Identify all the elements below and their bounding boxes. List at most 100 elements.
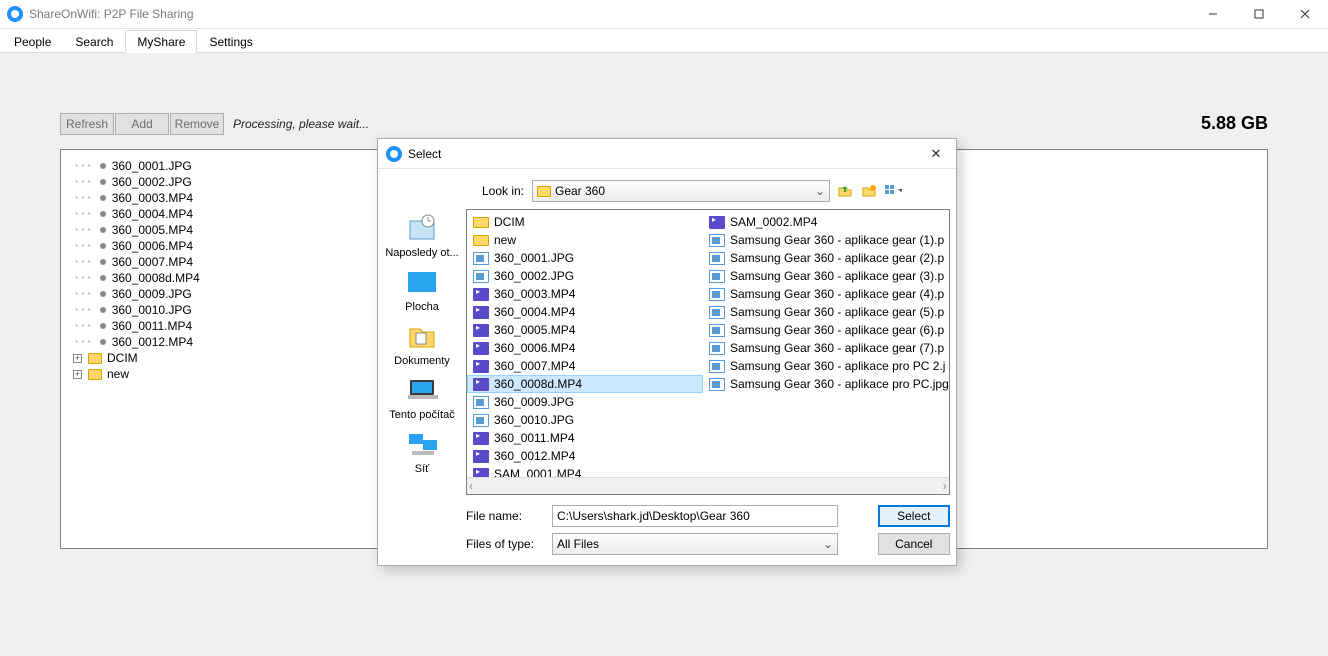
file-bullet-icon (100, 259, 106, 265)
file-bullet-icon (100, 307, 106, 313)
app-icon (7, 6, 23, 22)
lookin-label: Look in: (466, 184, 524, 198)
up-folder-button[interactable] (836, 182, 854, 200)
file-row[interactable]: new (467, 231, 703, 249)
maximize-button[interactable] (1236, 0, 1282, 29)
recent-icon (406, 213, 438, 245)
folder-icon (473, 217, 489, 228)
file-row[interactable]: Samsung Gear 360 - aplikace pro PC 2.j (703, 357, 949, 375)
file-bullet-icon (100, 291, 106, 297)
file-bullet-icon (100, 243, 106, 249)
file-row[interactable]: 360_0011.MP4 (467, 429, 703, 447)
place-documents[interactable]: Dokumenty (378, 321, 466, 367)
file-row[interactable]: 360_0004.MP4 (467, 303, 703, 321)
tab-settings[interactable]: Settings (197, 30, 264, 53)
window-controls (1190, 0, 1328, 29)
video-icon (473, 342, 489, 355)
file-row[interactable]: DCIM (467, 213, 703, 231)
file-row[interactable]: Samsung Gear 360 - aplikace gear (3).p (703, 267, 949, 285)
file-row[interactable]: Samsung Gear 360 - aplikace pro PC.jpg (703, 375, 949, 393)
remove-button[interactable]: Remove (170, 113, 224, 135)
file-row[interactable]: Samsung Gear 360 - aplikace gear (6).p (703, 321, 949, 339)
video-icon (473, 306, 489, 319)
select-dialog: Select ✕ Naposledy ot... Plocha Dokument… (377, 138, 957, 566)
minimize-button[interactable] (1190, 0, 1236, 29)
desktop-icon (406, 267, 438, 299)
file-list[interactable]: DCIMnew360_0001.JPG360_0002.JPG360_0003.… (466, 209, 950, 495)
video-icon (709, 216, 725, 229)
file-row[interactable]: SAM_0002.MP4 (703, 213, 949, 231)
image-icon (473, 252, 489, 265)
file-bullet-icon (100, 339, 106, 345)
toolbar: Refresh Add Remove Processing, please wa… (60, 113, 1268, 135)
file-bullet-icon (100, 323, 106, 329)
filename-input[interactable] (552, 505, 838, 527)
file-row[interactable]: 360_0010.JPG (467, 411, 703, 429)
lookin-value: Gear 360 (555, 184, 605, 198)
file-row[interactable]: 360_0006.MP4 (467, 339, 703, 357)
file-row[interactable]: 360_0009.JPG (467, 393, 703, 411)
file-row[interactable]: Samsung Gear 360 - aplikace gear (2).p (703, 249, 949, 267)
file-row[interactable]: 360_0008d.MP4 (467, 375, 703, 393)
image-icon (709, 324, 725, 337)
file-row[interactable]: Samsung Gear 360 - aplikace gear (1).p (703, 231, 949, 249)
file-row[interactable]: 360_0007.MP4 (467, 357, 703, 375)
new-folder-button[interactable] (860, 182, 878, 200)
video-icon (473, 324, 489, 337)
file-row[interactable]: Samsung Gear 360 - aplikace gear (7).p (703, 339, 949, 357)
file-row[interactable]: 360_0002.JPG (467, 267, 703, 285)
window-title: ShareOnWifi: P2P File Sharing (29, 7, 194, 21)
image-icon (709, 234, 725, 247)
place-recent[interactable]: Naposledy ot... (378, 213, 466, 259)
place-computer[interactable]: Tento počítač (378, 375, 466, 421)
video-icon (473, 360, 489, 373)
lookin-combo[interactable]: Gear 360 ⌄ (532, 180, 830, 202)
folder-icon (473, 235, 489, 246)
place-network[interactable]: Síť (378, 429, 466, 475)
file-bullet-icon (100, 195, 106, 201)
filename-label: File name: (466, 509, 542, 523)
file-bullet-icon (100, 163, 106, 169)
cancel-button[interactable]: Cancel (878, 533, 950, 555)
file-bullet-icon (100, 275, 106, 281)
tab-search[interactable]: Search (63, 30, 125, 53)
dialog-close-button[interactable]: ✕ (916, 139, 956, 169)
video-icon (473, 378, 489, 391)
refresh-button[interactable]: Refresh (60, 113, 114, 135)
file-row[interactable]: Samsung Gear 360 - aplikace gear (5).p (703, 303, 949, 321)
file-bullet-icon (100, 227, 106, 233)
image-icon (709, 252, 725, 265)
filetype-select[interactable]: All Files ⌄ (552, 533, 838, 555)
chevron-down-icon: ⌄ (811, 184, 829, 198)
image-icon (709, 270, 725, 283)
tab-people[interactable]: People (2, 30, 63, 53)
image-icon (473, 396, 489, 409)
add-button[interactable]: Add (115, 113, 169, 135)
file-row[interactable]: 360_0001.JPG (467, 249, 703, 267)
view-menu-button[interactable] (884, 182, 902, 200)
image-icon (709, 378, 725, 391)
status-text: Processing, please wait... (233, 117, 369, 131)
place-desktop[interactable]: Plocha (378, 267, 466, 313)
select-button[interactable]: Select (878, 505, 950, 527)
expand-icon[interactable]: + (73, 370, 82, 379)
documents-icon (406, 321, 438, 353)
file-row[interactable]: 360_0012.MP4 (467, 447, 703, 465)
places-bar: Naposledy ot... Plocha Dokumenty Tento p… (378, 179, 466, 555)
tab-myshare[interactable]: MyShare (125, 30, 197, 53)
file-row[interactable]: 360_0005.MP4 (467, 321, 703, 339)
expand-icon[interactable]: + (73, 354, 82, 363)
image-icon (473, 414, 489, 427)
dialog-title: Select (408, 147, 441, 161)
network-icon (406, 429, 438, 461)
video-icon (473, 432, 489, 445)
titlebar: ShareOnWifi: P2P File Sharing (0, 0, 1328, 29)
close-button[interactable] (1282, 0, 1328, 29)
filetype-label: Files of type: (466, 537, 542, 551)
folder-icon (88, 353, 102, 364)
video-icon (473, 450, 489, 463)
file-row[interactable]: Samsung Gear 360 - aplikace gear (4).p (703, 285, 949, 303)
image-icon (709, 306, 725, 319)
file-row[interactable]: 360_0003.MP4 (467, 285, 703, 303)
horizontal-scrollbar[interactable]: ‹› (467, 477, 949, 494)
